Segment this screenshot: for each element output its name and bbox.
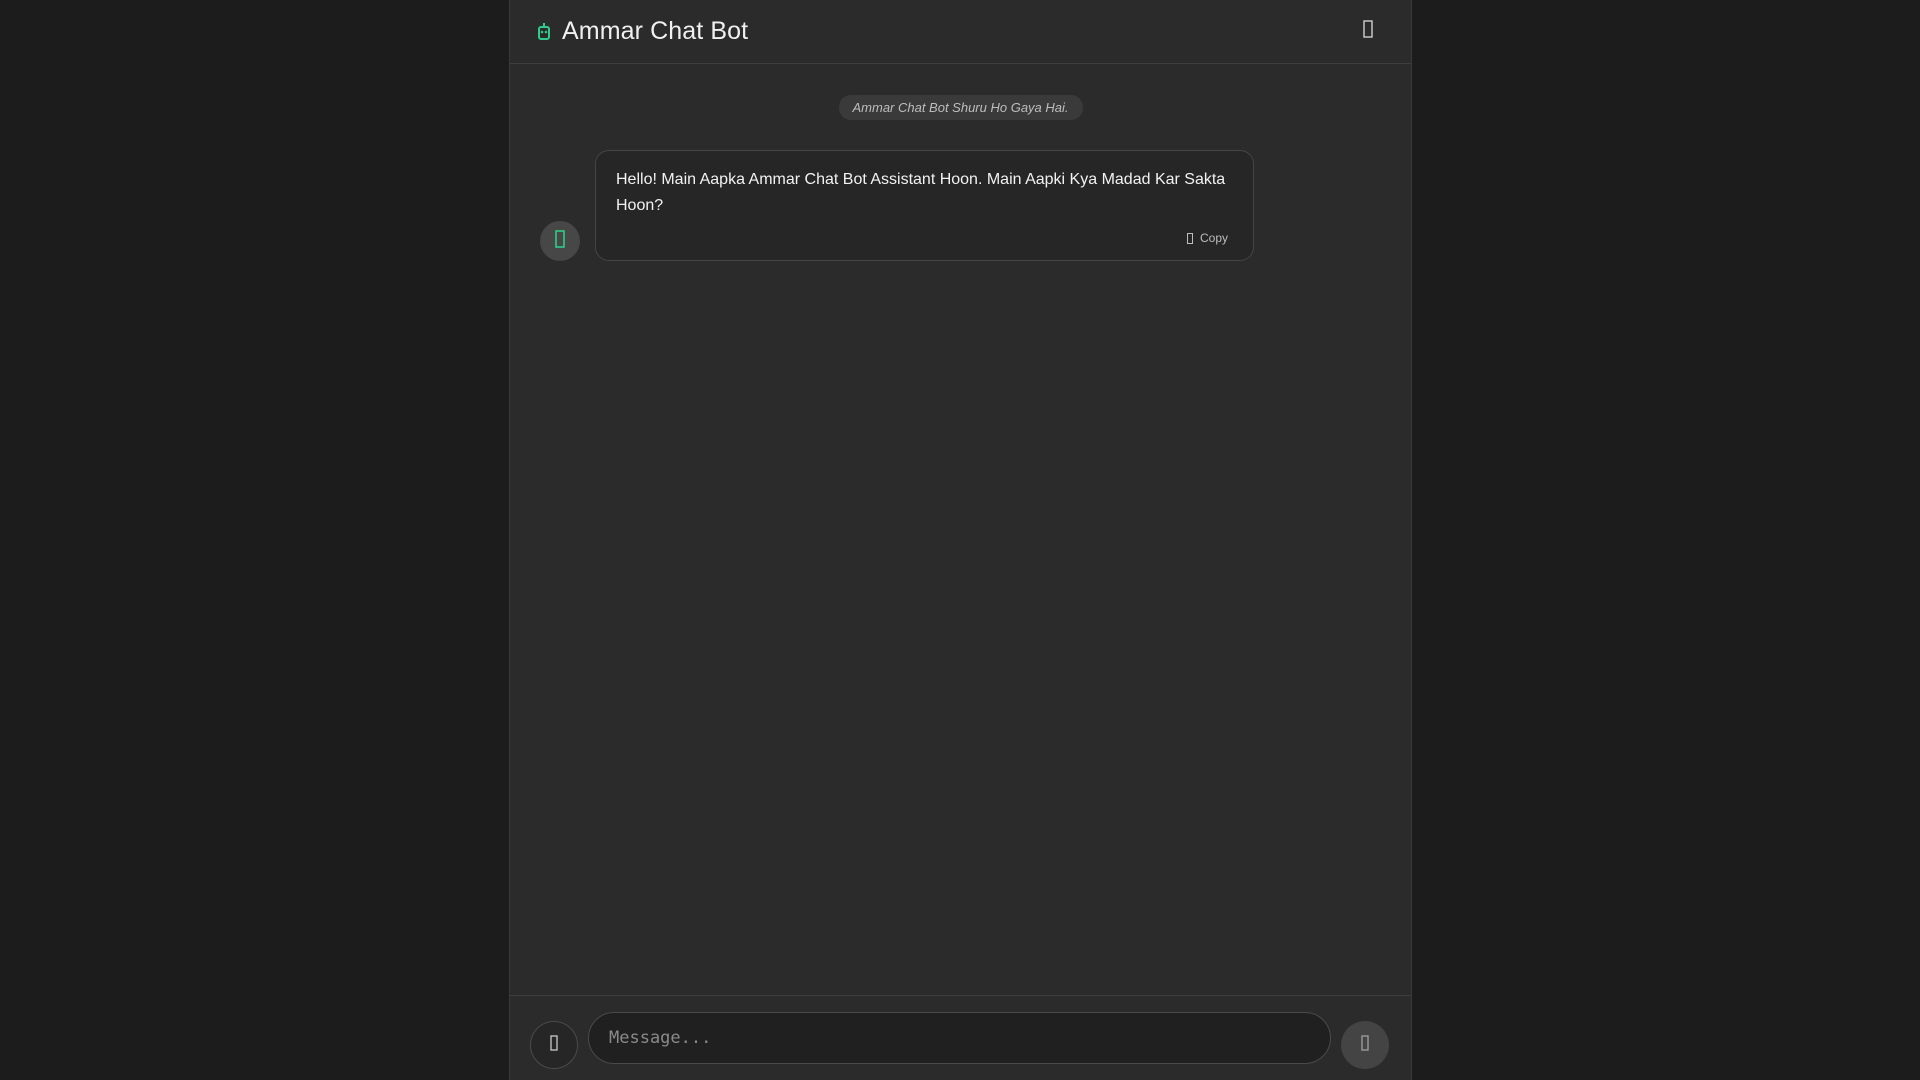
robot-icon: [536, 20, 552, 44]
chat-area[interactable]: Ammar Chat Bot Shuru Ho Gaya Hai. Hello!…: [510, 64, 1411, 995]
copy-icon: [1186, 232, 1197, 244]
chat-header: Ammar Chat Bot: [510, 0, 1411, 64]
send-button[interactable]: [1341, 1021, 1389, 1069]
message-input-wrapper: [588, 1012, 1331, 1064]
menu-icon: [1363, 20, 1373, 43]
composer: [510, 995, 1411, 1080]
send-icon: [1361, 1034, 1369, 1056]
copy-button[interactable]: Copy: [1186, 231, 1228, 245]
menu-button[interactable]: [1359, 20, 1377, 43]
robot-icon: [555, 229, 565, 253]
system-notice: Ammar Chat Bot Shuru Ho Gaya Hai.: [838, 95, 1083, 120]
message-row: Hello! Main Aapka Ammar Chat Bot Assista…: [540, 150, 1254, 261]
brand: Ammar Chat Bot: [536, 17, 748, 46]
attach-button[interactable]: [530, 1021, 578, 1069]
message-input[interactable]: [609, 1028, 1310, 1048]
attach-icon: [550, 1034, 558, 1056]
bot-message-bubble: Hello! Main Aapka Ammar Chat Bot Assista…: [595, 150, 1254, 261]
message-text: Hello! Main Aapka Ammar Chat Bot Assista…: [616, 171, 1226, 214]
bot-avatar: [540, 221, 580, 261]
app-title: Ammar Chat Bot: [562, 17, 749, 45]
chat-app: Ammar Chat Bot Ammar Chat Bot Shuru Ho G…: [509, 0, 1412, 1080]
copy-label: Copy: [1199, 231, 1228, 245]
